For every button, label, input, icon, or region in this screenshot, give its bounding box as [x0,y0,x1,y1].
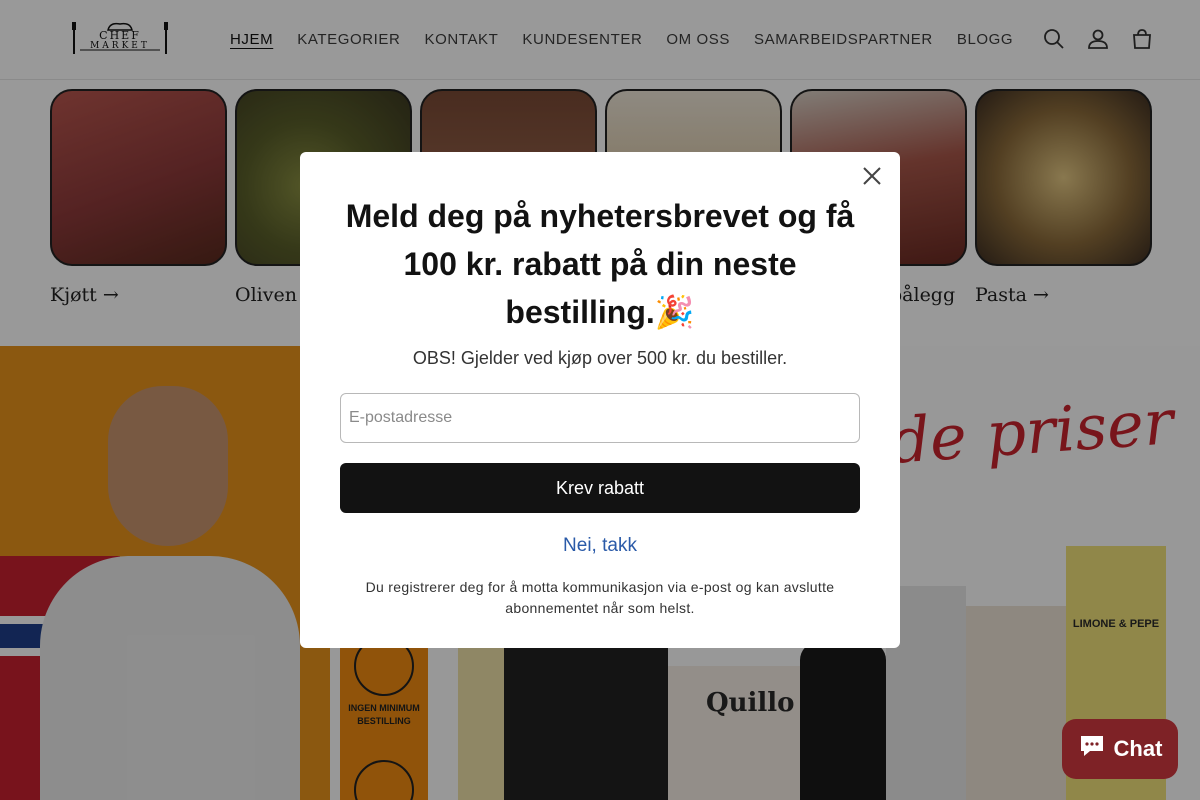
chat-button[interactable]: Chat [1062,719,1178,779]
email-field[interactable] [340,393,860,443]
modal-subtitle: OBS! Gjelder ved kjøp over 500 kr. du be… [412,348,788,368]
chat-bubble-icon [1078,733,1106,765]
close-icon[interactable] [860,164,884,188]
decline-link[interactable]: Nei, takk [300,535,900,557]
newsletter-modal: Meld deg på nyhetersbrevet og få 100 kr.… [300,152,900,648]
modal-title: Meld deg på nyhetersbrevet og få 100 kr.… [345,198,855,330]
chat-label: Chat [1113,736,1163,761]
legal-text: Du registrerer deg for å motta kommunika… [365,579,835,616]
claim-discount-button[interactable]: Krev rabatt [340,463,860,513]
